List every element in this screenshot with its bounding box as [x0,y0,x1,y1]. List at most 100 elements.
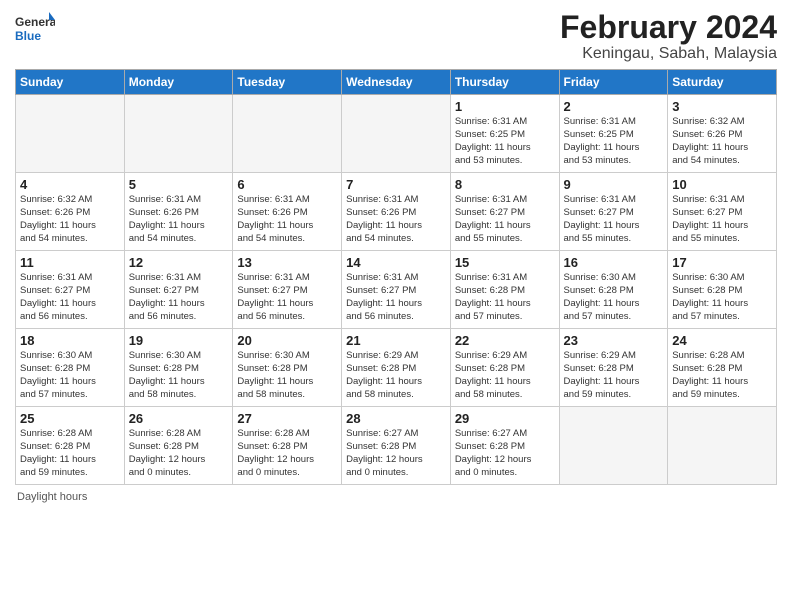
col-header-monday: Monday [124,70,233,95]
col-header-sunday: Sunday [16,70,125,95]
day-info: Sunrise: 6:28 AM Sunset: 6:28 PM Dayligh… [237,428,337,479]
day-number: 28 [346,411,446,426]
day-info: Sunrise: 6:31 AM Sunset: 6:26 PM Dayligh… [237,194,337,245]
day-number: 7 [346,177,446,192]
day-info: Sunrise: 6:30 AM Sunset: 6:28 PM Dayligh… [564,272,664,323]
day-info: Sunrise: 6:28 AM Sunset: 6:28 PM Dayligh… [129,428,229,479]
calendar-cell: 19 Sunrise: 6:30 AM Sunset: 6:28 PM Dayli… [124,329,233,407]
daylight-label: Daylight hours [17,491,87,503]
calendar-cell: 21 Sunrise: 6:29 AM Sunset: 6:28 PM Dayli… [342,329,451,407]
day-number: 29 [455,411,555,426]
col-header-wednesday: Wednesday [342,70,451,95]
calendar-cell: 29 Sunrise: 6:27 AM Sunset: 6:28 PM Dayli… [450,407,559,485]
day-info: Sunrise: 6:31 AM Sunset: 6:27 PM Dayligh… [672,194,772,245]
calendar-cell: 24 Sunrise: 6:28 AM Sunset: 6:28 PM Dayli… [668,329,777,407]
calendar-cell: 26 Sunrise: 6:28 AM Sunset: 6:28 PM Dayli… [124,407,233,485]
logo-svg: General Blue [15,10,55,50]
footer: Daylight hours [15,491,777,503]
calendar-cell: 2Sunrise: 6:31 AM Sunset: 6:25 PM Daylig… [559,95,668,173]
col-header-thursday: Thursday [450,70,559,95]
day-number: 26 [129,411,229,426]
day-info: Sunrise: 6:31 AM Sunset: 6:25 PM Dayligh… [564,116,664,167]
col-header-tuesday: Tuesday [233,70,342,95]
day-info: Sunrise: 6:29 AM Sunset: 6:28 PM Dayligh… [564,350,664,401]
header: General Blue February 2024 Keningau, Sab… [15,10,777,63]
day-number: 27 [237,411,337,426]
calendar-cell: 12 Sunrise: 6:31 AM Sunset: 6:27 PM Dayli… [124,251,233,329]
col-header-saturday: Saturday [668,70,777,95]
day-info: Sunrise: 6:27 AM Sunset: 6:28 PM Dayligh… [346,428,446,479]
calendar-cell: 8Sunrise: 6:31 AM Sunset: 6:27 PM Daylig… [450,173,559,251]
calendar-header-row: SundayMondayTuesdayWednesdayThursdayFrid… [16,70,777,95]
day-info: Sunrise: 6:31 AM Sunset: 6:26 PM Dayligh… [346,194,446,245]
day-info: Sunrise: 6:31 AM Sunset: 6:27 PM Dayligh… [20,272,120,323]
week-row-4: 18 Sunrise: 6:30 AM Sunset: 6:28 PM Dayli… [16,329,777,407]
day-number: 20 [237,333,337,348]
calendar-cell: 18 Sunrise: 6:30 AM Sunset: 6:28 PM Dayli… [16,329,125,407]
day-info: Sunrise: 6:29 AM Sunset: 6:28 PM Dayligh… [346,350,446,401]
day-number: 4 [20,177,120,192]
day-number: 6 [237,177,337,192]
calendar-cell: 15 Sunrise: 6:31 AM Sunset: 6:28 PM Dayli… [450,251,559,329]
calendar-cell [559,407,668,485]
calendar-cell: 9 Sunrise: 6:31 AM Sunset: 6:27 PM Daylig… [559,173,668,251]
day-number: 22 [455,333,555,348]
day-number: 10 [672,177,772,192]
calendar-table: SundayMondayTuesdayWednesdayThursdayFrid… [15,69,777,485]
calendar-cell: 11 Sunrise: 6:31 AM Sunset: 6:27 PM Dayli… [16,251,125,329]
week-row-2: 4 Sunrise: 6:32 AM Sunset: 6:26 PM Daylig… [16,173,777,251]
day-number: 25 [20,411,120,426]
calendar-cell [668,407,777,485]
day-number: 23 [564,333,664,348]
day-number: 19 [129,333,229,348]
day-number: 1 [455,99,555,114]
day-number: 21 [346,333,446,348]
calendar-cell: 23 Sunrise: 6:29 AM Sunset: 6:28 PM Dayli… [559,329,668,407]
day-info: Sunrise: 6:27 AM Sunset: 6:28 PM Dayligh… [455,428,555,479]
week-row-1: 1 Sunrise: 6:31 AM Sunset: 6:25 PM Daylig… [16,95,777,173]
day-number: 9 [564,177,664,192]
calendar-cell: 20 Sunrise: 6:30 AM Sunset: 6:28 PM Dayli… [233,329,342,407]
day-info: Sunrise: 6:31 AM Sunset: 6:27 PM Dayligh… [237,272,337,323]
title-block: February 2024 Keningau, Sabah, Malaysia [560,10,777,63]
calendar-cell: 27 Sunrise: 6:28 AM Sunset: 6:28 PM Dayli… [233,407,342,485]
week-row-5: 25 Sunrise: 6:28 AM Sunset: 6:28 PM Dayli… [16,407,777,485]
day-number: 3 [672,99,772,114]
day-info: Sunrise: 6:31 AM Sunset: 6:28 PM Dayligh… [455,272,555,323]
calendar-cell: 25Sunrise: 6:28 AM Sunset: 6:28 PM Dayli… [16,407,125,485]
logo: General Blue [15,10,55,50]
day-info: Sunrise: 6:32 AM Sunset: 6:26 PM Dayligh… [20,194,120,245]
calendar-cell: 14 Sunrise: 6:31 AM Sunset: 6:27 PM Dayli… [342,251,451,329]
day-number: 8 [455,177,555,192]
day-number: 12 [129,255,229,270]
day-info: Sunrise: 6:30 AM Sunset: 6:28 PM Dayligh… [672,272,772,323]
day-info: Sunrise: 6:31 AM Sunset: 6:27 PM Dayligh… [564,194,664,245]
calendar-cell: 13 Sunrise: 6:31 AM Sunset: 6:27 PM Dayli… [233,251,342,329]
calendar-cell: 7 Sunrise: 6:31 AM Sunset: 6:26 PM Daylig… [342,173,451,251]
day-info: Sunrise: 6:29 AM Sunset: 6:28 PM Dayligh… [455,350,555,401]
day-number: 15 [455,255,555,270]
day-info: Sunrise: 6:32 AM Sunset: 6:26 PM Dayligh… [672,116,772,167]
calendar-cell [342,95,451,173]
calendar-cell: 16 Sunrise: 6:30 AM Sunset: 6:28 PM Dayli… [559,251,668,329]
day-info: Sunrise: 6:31 AM Sunset: 6:27 PM Dayligh… [129,272,229,323]
page: General Blue February 2024 Keningau, Sab… [0,0,792,612]
location: Keningau, Sabah, Malaysia [560,45,777,63]
day-number: 24 [672,333,772,348]
calendar-cell [16,95,125,173]
day-info: Sunrise: 6:31 AM Sunset: 6:26 PM Dayligh… [129,194,229,245]
day-info: Sunrise: 6:31 AM Sunset: 6:27 PM Dayligh… [346,272,446,323]
week-row-3: 11 Sunrise: 6:31 AM Sunset: 6:27 PM Dayli… [16,251,777,329]
day-number: 16 [564,255,664,270]
day-info: Sunrise: 6:28 AM Sunset: 6:28 PM Dayligh… [672,350,772,401]
day-info: Sunrise: 6:30 AM Sunset: 6:28 PM Dayligh… [20,350,120,401]
day-number: 14 [346,255,446,270]
calendar-cell: 5Sunrise: 6:31 AM Sunset: 6:26 PM Daylig… [124,173,233,251]
day-info: Sunrise: 6:31 AM Sunset: 6:25 PM Dayligh… [455,116,555,167]
col-header-friday: Friday [559,70,668,95]
day-number: 11 [20,255,120,270]
day-info: Sunrise: 6:30 AM Sunset: 6:28 PM Dayligh… [129,350,229,401]
day-info: Sunrise: 6:30 AM Sunset: 6:28 PM Dayligh… [237,350,337,401]
day-number: 13 [237,255,337,270]
day-number: 18 [20,333,120,348]
